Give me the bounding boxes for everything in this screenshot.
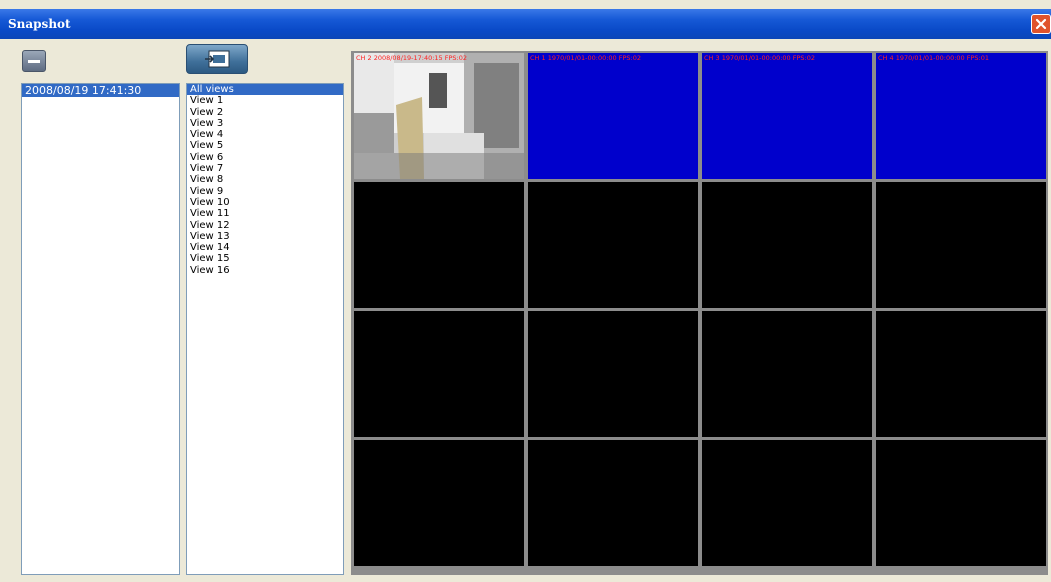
view-list-item[interactable]: View 16 [187, 265, 343, 276]
snapshot-list[interactable]: 2008/08/19 17:41:30 [21, 83, 180, 575]
minus-icon [28, 60, 40, 63]
video-channel-cell[interactable] [702, 440, 872, 566]
view-list-item[interactable]: View 2 [187, 107, 343, 118]
video-channel-cell[interactable] [876, 182, 1046, 308]
export-button[interactable] [186, 44, 248, 74]
view-list-item[interactable]: View 7 [187, 163, 343, 174]
video-channel-cell[interactable] [354, 440, 524, 566]
close-icon [1035, 18, 1047, 30]
video-channel-cell[interactable] [528, 440, 698, 566]
view-list-item[interactable]: View 4 [187, 129, 343, 140]
camera-image [354, 53, 524, 179]
video-channel-cell[interactable] [528, 311, 698, 437]
window-title: Snapshot [8, 17, 71, 31]
view-list-item[interactable]: View 8 [187, 174, 343, 185]
export-icon [205, 50, 230, 68]
view-list-item[interactable]: View 3 [187, 118, 343, 129]
video-channel-cell[interactable]: CH 4 1970/01/01-00:00:00 FPS:01 [876, 53, 1046, 179]
view-list-item[interactable]: View 6 [187, 152, 343, 163]
view-list-item[interactable]: View 14 [187, 242, 343, 253]
view-list-item[interactable]: View 15 [187, 253, 343, 264]
video-channel-cell[interactable] [876, 311, 1046, 437]
close-button[interactable] [1031, 14, 1051, 34]
view-list-item[interactable]: All views [187, 84, 343, 96]
channel-osd-text: CH 1 1970/01/01-00:00:00 FPS:02 [530, 54, 642, 62]
view-list-item[interactable]: View 10 [187, 197, 343, 208]
snapshot-window: Snapshot 2008/08/19 17:41:30 All views Vi… [0, 0, 1051, 582]
remove-snapshot-button[interactable] [22, 50, 46, 72]
channel-osd-text: CH 4 1970/01/01-00:00:00 FPS:01 [878, 54, 990, 62]
video-channel-cell[interactable]: CH 3 1970/01/01-00:00:00 FPS:02 [702, 53, 872, 179]
channel-osd-text: CH 2 2008/08/19-17:40:15 FPS:02 [356, 54, 468, 62]
view-list-item[interactable]: View 9 [187, 186, 343, 197]
channel-osd-text: CH 3 1970/01/01-00:00:00 FPS:02 [704, 54, 816, 62]
video-grid: CH 2 2008/08/19-17:40:15 FPS:02 CH 1 1970… [351, 51, 1048, 575]
view-list-item[interactable]: View 5 [187, 140, 343, 151]
view-list[interactable]: All views View 1 View 2 View 3 View 4 View 5V… [186, 83, 344, 575]
video-channel-cell[interactable] [354, 311, 524, 437]
video-channel-cell[interactable] [876, 440, 1046, 566]
view-list-item[interactable]: View 12 [187, 220, 343, 231]
video-channel-cell[interactable] [702, 182, 872, 308]
view-list-item[interactable]: View 1 [187, 95, 343, 106]
video-channel-cell[interactable] [702, 311, 872, 437]
snapshot-list-item[interactable]: 2008/08/19 17:41:30 [22, 84, 179, 97]
video-channel-cell[interactable]: CH 2 2008/08/19-17:40:15 FPS:02 [354, 53, 524, 179]
video-channel-cell[interactable] [528, 182, 698, 308]
view-list-item[interactable]: View 13 [187, 231, 343, 242]
video-channel-cell[interactable]: CH 1 1970/01/01-00:00:00 FPS:02 [528, 53, 698, 179]
video-channel-cell[interactable] [354, 182, 524, 308]
view-list-item[interactable]: View 11 [187, 208, 343, 219]
title-bar: Snapshot [0, 9, 1051, 39]
